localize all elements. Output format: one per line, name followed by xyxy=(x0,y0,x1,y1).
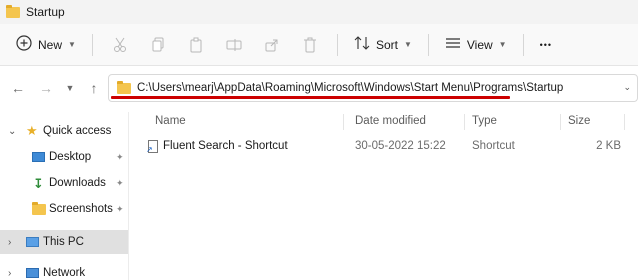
chevron-down-icon: ▼ xyxy=(403,40,412,49)
folder-icon xyxy=(117,80,131,94)
up-button[interactable]: ↑ xyxy=(80,74,108,102)
sidebar-item-network[interactable]: › Network xyxy=(0,261,128,280)
toolbar-divider xyxy=(91,33,93,56)
file-name: Fluent Search - Shortcut xyxy=(163,140,288,152)
toolbar-divider xyxy=(427,33,429,56)
network-icon xyxy=(26,268,39,278)
folder-icon xyxy=(6,4,20,18)
chevron-down-icon[interactable]: ⌄ xyxy=(623,82,631,93)
pin-icon[interactable]: ✦ xyxy=(116,204,124,215)
chevron-down-icon: ▼ xyxy=(68,40,76,49)
file-date: 30-05-2022 15:22 xyxy=(355,140,446,152)
column-divider[interactable] xyxy=(343,114,344,130)
arrow-up-icon: ↑ xyxy=(90,80,98,96)
toolbar-divider xyxy=(336,33,338,56)
column-divider[interactable] xyxy=(560,114,561,130)
sidebar-item-downloads[interactable]: ↧ Downloads ✦ xyxy=(0,171,128,195)
column-header-date[interactable]: Date modified xyxy=(355,115,426,127)
view-label: View xyxy=(466,37,493,52)
recent-locations-button[interactable]: ▼ xyxy=(60,74,80,102)
file-row[interactable]: Fluent Search - Shortcut 30-05-2022 15:2… xyxy=(128,136,638,158)
sidebar-item-this-pc[interactable]: › This PC xyxy=(0,230,128,254)
view-list-icon xyxy=(445,37,461,52)
paste-icon[interactable] xyxy=(177,30,215,60)
column-header-type[interactable]: Type xyxy=(472,115,497,127)
window-title: Startup xyxy=(26,5,65,19)
chevron-down-icon[interactable]: ⌄ xyxy=(8,126,16,137)
column-divider[interactable] xyxy=(464,114,465,130)
column-header-size[interactable]: Size xyxy=(568,115,590,127)
new-label: New xyxy=(38,37,63,52)
navigation-pane: ⌄ ★ Quick access Desktop ✦ ↧ Downloads ✦… xyxy=(0,112,128,280)
sidebar-item-label: Quick access xyxy=(43,125,112,137)
more-options-button[interactable]: ••• xyxy=(532,30,560,60)
delete-icon[interactable] xyxy=(291,30,329,60)
address-path: C:\Users\mearj\AppData\Roaming\Microsoft… xyxy=(137,82,564,94)
pin-icon[interactable]: ✦ xyxy=(116,178,124,189)
back-button[interactable]: ← xyxy=(4,74,32,102)
forward-button[interactable]: → xyxy=(32,74,60,102)
sort-icon xyxy=(354,36,370,53)
toolbar-divider xyxy=(522,33,524,56)
file-type: Shortcut xyxy=(472,140,515,152)
shortcut-file-icon xyxy=(146,140,158,154)
share-icon[interactable] xyxy=(253,30,291,60)
star-icon: ★ xyxy=(26,123,38,138)
navigation-bar: ← → ▼ ↑ C:\Users\mearj\AppData\Roaming\M… xyxy=(0,66,638,110)
sidebar-item-label: Screenshots xyxy=(49,203,113,215)
command-bar: New ▼ Sort ▼ View ▼ ••• xyxy=(0,24,638,66)
chevron-down-icon: ▼ xyxy=(65,83,75,93)
sidebar-item-desktop[interactable]: Desktop ✦ xyxy=(0,145,128,169)
rename-icon[interactable] xyxy=(215,30,253,60)
column-header-row: Name Date modified Type Size xyxy=(128,112,638,132)
path-highlight-underline xyxy=(111,96,510,99)
column-header-name[interactable]: Name xyxy=(155,115,186,127)
title-bar: Startup xyxy=(0,0,638,24)
more-icon: ••• xyxy=(539,39,553,50)
folder-icon xyxy=(32,201,46,215)
sidebar-item-quick-access[interactable]: ⌄ ★ Quick access xyxy=(0,119,128,143)
sidebar-item-label: Downloads xyxy=(49,177,106,189)
chevron-right-icon[interactable]: › xyxy=(8,268,11,279)
download-icon: ↧ xyxy=(33,175,44,191)
desktop-icon xyxy=(32,152,45,162)
column-divider[interactable] xyxy=(624,114,625,130)
arrow-left-icon: ← xyxy=(11,80,25,96)
view-button[interactable]: View ▼ xyxy=(437,30,515,60)
plus-circle-icon xyxy=(16,35,32,54)
sidebar-item-label: This PC xyxy=(43,236,84,248)
new-button[interactable]: New ▼ xyxy=(8,30,84,60)
sort-label: Sort xyxy=(375,37,398,52)
chevron-right-icon[interactable]: › xyxy=(8,237,11,248)
sort-button[interactable]: Sort ▼ xyxy=(346,30,420,60)
chevron-down-icon: ▼ xyxy=(498,40,507,49)
sidebar-item-label: Desktop xyxy=(49,151,92,163)
pin-icon[interactable]: ✦ xyxy=(116,152,124,163)
computer-icon xyxy=(26,237,39,247)
copy-icon[interactable] xyxy=(139,30,177,60)
sidebar-item-label: Network xyxy=(43,267,86,279)
file-size: 2 KB xyxy=(596,140,621,152)
arrow-right-icon: → xyxy=(39,80,53,96)
sidebar-item-screenshots[interactable]: Screenshots ✦ xyxy=(0,197,128,221)
cut-icon[interactable] xyxy=(101,30,139,60)
